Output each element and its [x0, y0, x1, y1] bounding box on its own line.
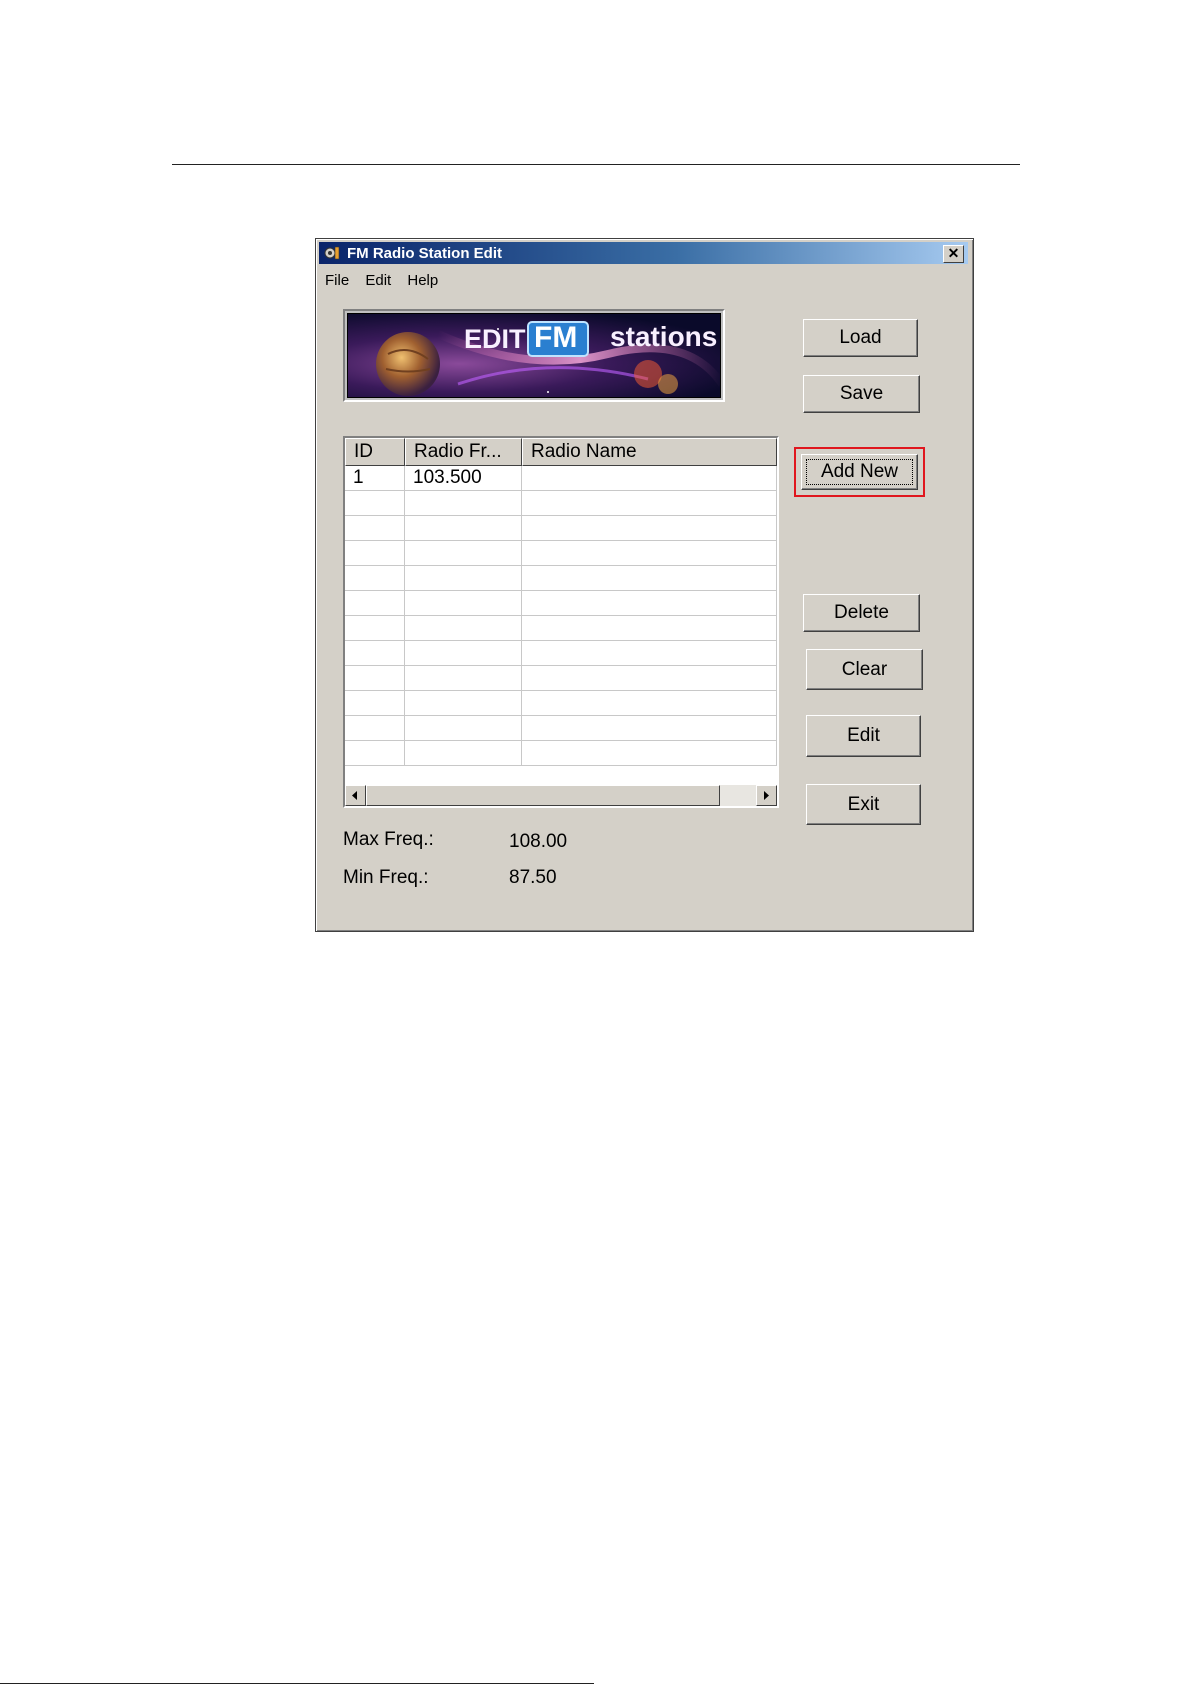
add-new-button[interactable]: Add New: [801, 454, 918, 490]
clear-button[interactable]: Clear: [806, 649, 923, 690]
clear-button-label: Clear: [841, 658, 888, 680]
banner-stations-text: stations: [610, 321, 718, 352]
empty-row: [345, 541, 777, 566]
banner-image: EDIT FM stations: [347, 313, 721, 398]
scroll-right-button[interactable]: [756, 785, 777, 806]
menu-edit[interactable]: Edit: [359, 272, 397, 289]
menu-bar: File Edit Help: [319, 272, 444, 294]
stations-list[interactable]: ID Radio Fr... Radio Name 1 103.500: [343, 436, 779, 808]
empty-row: [345, 641, 777, 666]
table-row[interactable]: 1 103.500: [345, 466, 777, 491]
window-title: FM Radio Station Edit: [347, 245, 502, 262]
fm-radio-station-edit-window: FM Radio Station Edit ✕ File Edit Help E…: [315, 238, 974, 932]
delete-button[interactable]: Delete: [803, 594, 920, 632]
edit-button-label: Edit: [847, 725, 880, 746]
right-arrow-icon: [764, 791, 769, 800]
menu-file[interactable]: File: [319, 272, 355, 289]
exit-button[interactable]: Exit: [806, 784, 921, 825]
bottom-rule: [0, 1683, 594, 1684]
edit-fm-stations-banner: EDIT FM stations: [343, 309, 725, 402]
empty-row: [345, 566, 777, 591]
empty-row: [345, 716, 777, 741]
load-button[interactable]: Load: [803, 319, 918, 357]
banner-edit-text: EDIT: [464, 324, 526, 354]
empty-row: [345, 591, 777, 616]
edit-button[interactable]: Edit: [806, 715, 921, 757]
delete-button-label: Delete: [834, 602, 889, 623]
scroll-left-button[interactable]: [345, 785, 366, 806]
save-button-label: Save: [839, 383, 884, 404]
globe-graphic: [376, 332, 440, 396]
horizontal-scrollbar[interactable]: [345, 785, 777, 806]
close-button[interactable]: ✕: [943, 245, 964, 263]
add-new-highlight: Add New: [794, 447, 925, 497]
min-freq-label: Min Freq.:: [343, 867, 429, 888]
empty-row: [345, 516, 777, 541]
list-header: ID Radio Fr... Radio Name: [345, 438, 777, 466]
cell-frequency: 103.500: [405, 466, 522, 491]
empty-row: [345, 691, 777, 716]
top-rule: [172, 164, 1020, 165]
menu-help[interactable]: Help: [401, 272, 444, 289]
list-body: 1 103.500: [345, 466, 777, 774]
banner-fm-text: FM: [534, 321, 578, 354]
scroll-thumb[interactable]: [366, 785, 720, 806]
min-freq-value: 87.50: [509, 867, 557, 888]
max-freq-label: Max Freq.:: [343, 829, 434, 850]
cell-name: [522, 466, 777, 491]
column-id[interactable]: ID: [345, 438, 405, 466]
column-radio-name[interactable]: Radio Name: [522, 438, 777, 466]
column-radio-frequency[interactable]: Radio Fr...: [405, 438, 522, 466]
max-freq-value: 108.00: [509, 831, 568, 852]
title-bar[interactable]: FM Radio Station Edit ✕: [319, 242, 968, 264]
empty-row: [345, 616, 777, 641]
left-arrow-icon: [352, 791, 357, 800]
load-button-label: Load: [839, 327, 882, 348]
empty-row: [345, 491, 777, 516]
add-new-button-label: Add New: [820, 461, 899, 482]
app-icon: [324, 246, 340, 260]
save-button[interactable]: Save: [803, 375, 920, 413]
empty-row: [345, 741, 777, 766]
exit-button-label: Exit: [847, 793, 880, 815]
cell-id: 1: [345, 466, 405, 491]
empty-row: [345, 666, 777, 691]
